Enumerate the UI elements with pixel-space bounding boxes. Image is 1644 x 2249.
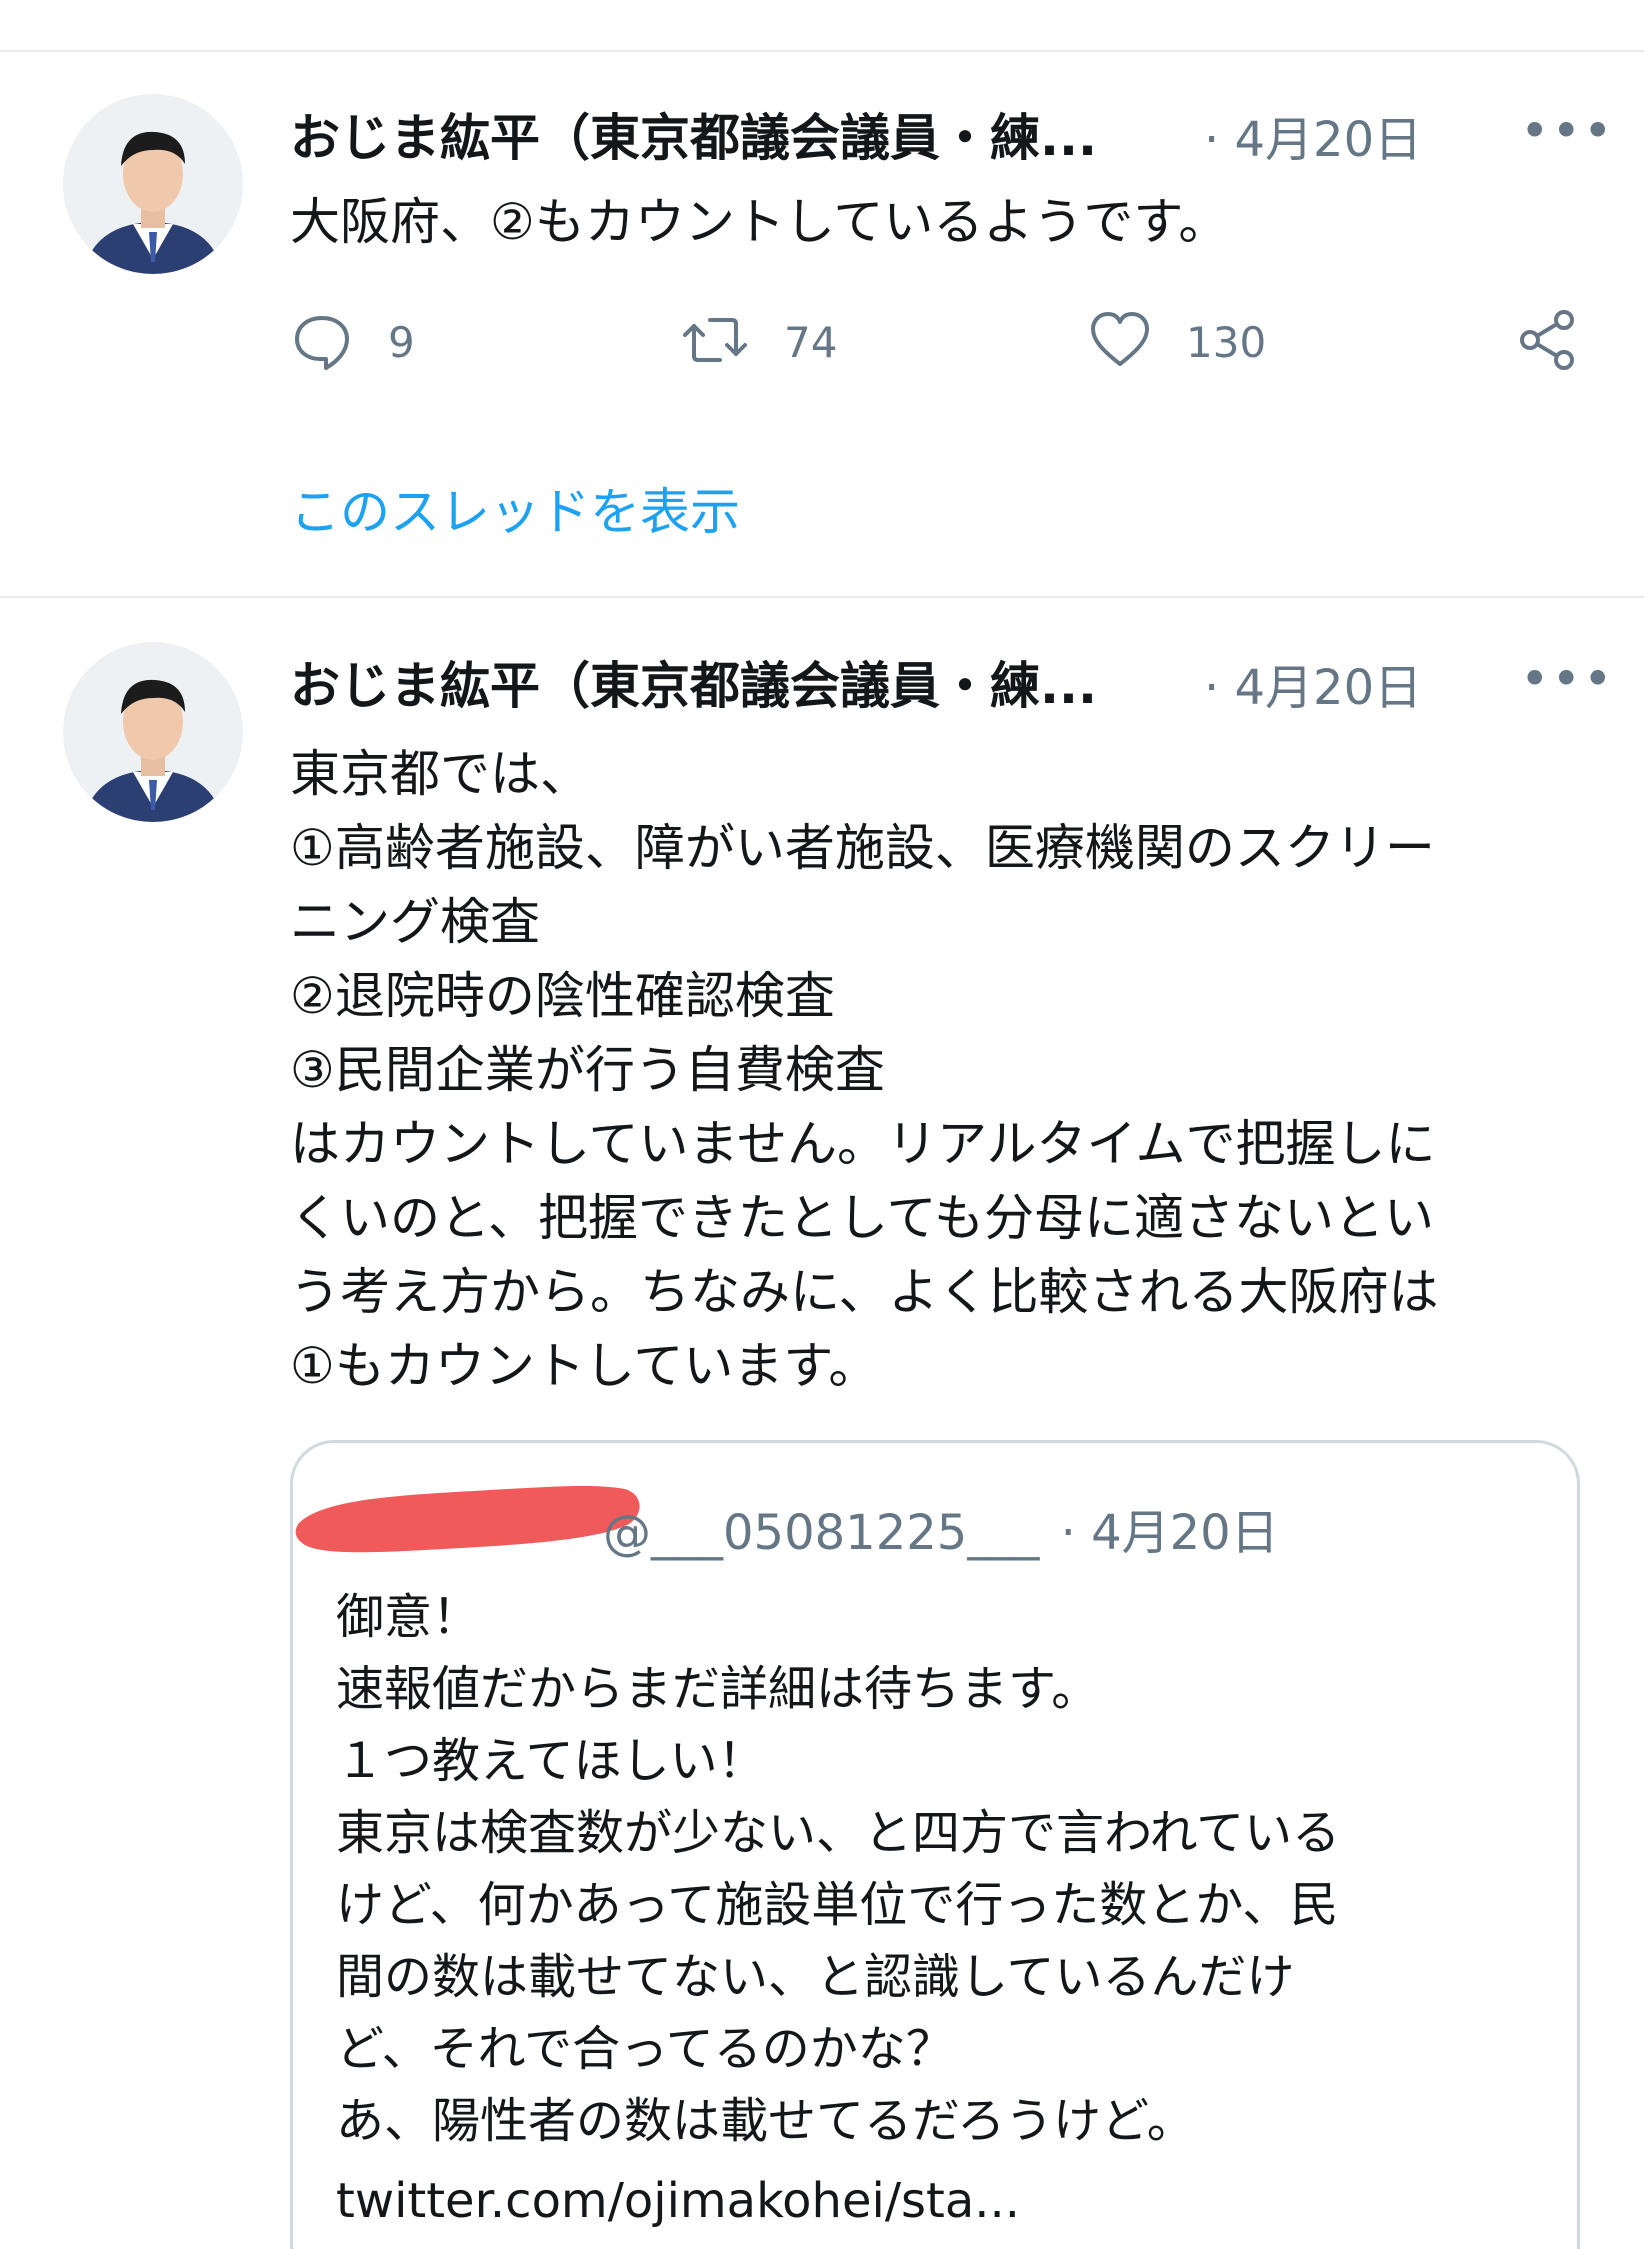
retweet-button[interactable]: 74 <box>680 308 837 376</box>
author-avatar[interactable] <box>63 642 243 822</box>
redaction-mark <box>293 1461 653 1565</box>
heart-icon <box>1088 308 1152 376</box>
quoted-link[interactable]: twitter.com/ojimakohei/sta... <box>336 2173 1020 2229</box>
share-button[interactable] <box>1516 308 1580 376</box>
quoted-handle: @___05081225___ · 4月20日 <box>603 1493 1279 1563</box>
author-name[interactable]: おじま紘平（東京都議会議員・練... <box>290 98 1097 170</box>
more-options-icon[interactable]: ••• <box>1520 102 1614 160</box>
quoted-date: · 4月20日 <box>1060 1505 1279 1561</box>
retweet-icon <box>680 308 750 376</box>
share-icon <box>1516 308 1580 376</box>
like-button[interactable]: 130 <box>1088 308 1266 376</box>
quoted-username: @___05081225___ <box>603 1505 1040 1561</box>
reply-button[interactable]: 9 <box>290 308 415 376</box>
more-options-icon[interactable]: ••• <box>1520 650 1614 708</box>
top-divider <box>0 50 1644 52</box>
show-thread-link[interactable]: このスレッドを表示 <box>290 472 740 544</box>
tweet-text: 東京都では、 ①高齢者施設、障がい者施設、医療機関のスクリー ニング検査 ②退院… <box>290 745 1439 1395</box>
tweet-date[interactable]: · 4月20日 <box>1204 100 1422 170</box>
quoted-text: 御意！ 速報値だからまだ詳細は待ちます。 １つ教えてほしい！ 東京は検査数が少な… <box>336 1589 1341 2149</box>
tweet-text: 大阪府、②もカウントしているようです。 <box>290 193 1229 251</box>
author-avatar[interactable] <box>63 94 243 274</box>
like-count: 130 <box>1186 317 1267 367</box>
reply-count: 9 <box>388 317 415 367</box>
tweet-divider <box>0 596 1644 598</box>
tweet-date[interactable]: · 4月20日 <box>1204 648 1422 718</box>
retweet-count: 74 <box>784 317 838 367</box>
quoted-tweet-card[interactable]: @___05081225___ · 4月20日 御意！ 速報値だからまだ詳細は待… <box>290 1440 1580 2249</box>
author-name[interactable]: おじま紘平（東京都議会議員・練... <box>290 646 1097 718</box>
reply-bubble-icon <box>290 308 354 376</box>
